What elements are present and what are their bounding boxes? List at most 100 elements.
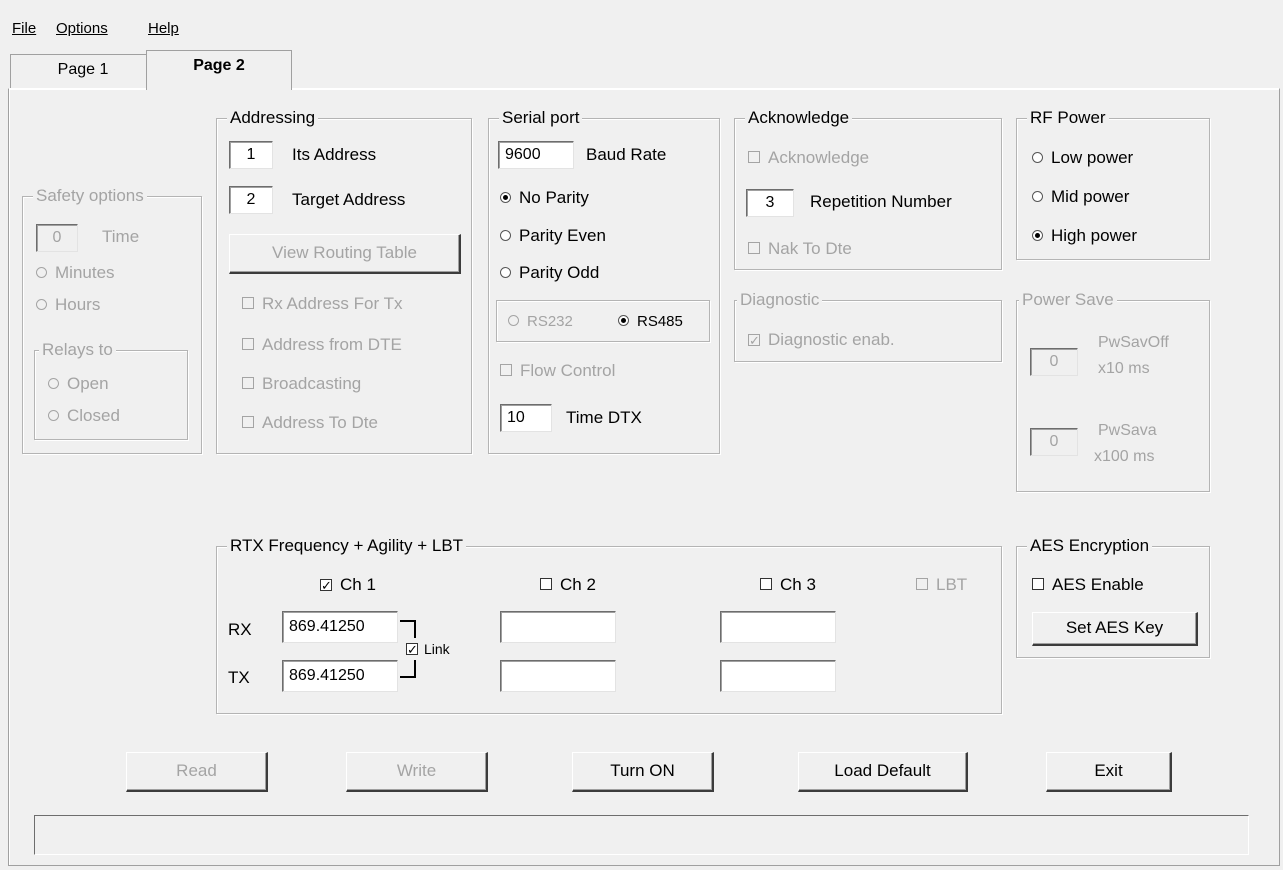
addressing-title: Addressing — [227, 108, 319, 128]
target-address-field[interactable]: 2 — [229, 186, 273, 214]
ch3-checkbox[interactable]: Ch 3 — [760, 574, 816, 596]
parity-even-dot — [500, 230, 511, 241]
pwsavoff-field[interactable]: 0 — [1030, 348, 1078, 376]
relay-open-radio[interactable]: Open — [48, 373, 109, 395]
parity-odd-radio[interactable]: Parity Odd — [500, 262, 599, 284]
menu-file-label: File — [12, 20, 37, 37]
ch1-tx-field[interactable]: 869.41250 — [282, 660, 398, 692]
its-address-label: Its Address — [292, 145, 377, 164]
ch3-box — [760, 578, 772, 590]
low-power-dot — [1032, 152, 1043, 163]
parity-even-radio[interactable]: Parity Even — [500, 225, 606, 247]
menu-bar: File Options Help — [0, 0, 1283, 44]
view-routing-table-button[interactable]: View Routing Table — [229, 234, 461, 274]
diagnostic-enab-checkbox[interactable]: ✓ Diagnostic enab. — [748, 329, 895, 351]
acknowledge-checkbox[interactable]: Acknowledge — [748, 147, 869, 169]
ch2-checkbox[interactable]: Ch 2 — [540, 574, 596, 596]
ch1-checkbox[interactable]: ✓ Ch 1 — [320, 574, 376, 596]
rx-address-for-tx-checkbox[interactable]: Rx Address For Tx — [242, 293, 402, 315]
ch2-rx-field[interactable] — [500, 611, 616, 643]
hours-radio-dot — [36, 299, 47, 310]
low-power-label: Low power — [1051, 148, 1134, 167]
serial-port-title: Serial port — [499, 108, 583, 128]
baud-rate-field[interactable]: 9600 — [498, 141, 574, 169]
rs232-radio[interactable]: RS232 — [508, 311, 573, 333]
link-bracket-top — [400, 620, 416, 638]
high-power-radio[interactable]: High power — [1032, 225, 1137, 247]
tab-page-2[interactable]: Page 2 — [146, 50, 292, 90]
baud-rate-label: Baud Rate — [586, 145, 667, 164]
ch2-tx-field[interactable] — [500, 660, 616, 692]
pwsava-field[interactable]: 0 — [1030, 428, 1078, 456]
broadcasting-checkbox[interactable]: Broadcasting — [242, 373, 361, 395]
address-from-dte-checkbox[interactable]: Address from DTE — [242, 334, 402, 356]
lbt-box — [916, 578, 928, 590]
aes-enable-label: AES Enable — [1052, 575, 1144, 594]
tab-page-1[interactable]: Page 1 — [10, 54, 156, 88]
tab-page-1-label: Page 1 — [57, 61, 109, 78]
menu-options[interactable]: Options — [56, 20, 108, 37]
safety-time-field[interactable]: 0 — [36, 224, 78, 252]
time-dtx-field[interactable]: 10 — [500, 404, 552, 432]
link-label: Link — [424, 641, 450, 657]
flow-control-checkbox[interactable]: Flow Control — [500, 360, 615, 382]
status-bar — [34, 815, 1249, 855]
read-button[interactable]: Read — [126, 752, 268, 792]
diagnostic-enab-label: Diagnostic enab. — [768, 330, 895, 349]
rs485-label: RS485 — [637, 313, 683, 330]
rx-label: RX — [228, 620, 252, 639]
aes-enable-box — [1032, 578, 1044, 590]
its-address-field[interactable]: 1 — [229, 141, 273, 169]
flow-control-label: Flow Control — [520, 361, 616, 380]
low-power-radio[interactable]: Low power — [1032, 147, 1133, 169]
link-checkbox[interactable]: ✓ Link — [406, 638, 450, 660]
rx-address-for-tx-label: Rx Address For Tx — [262, 294, 403, 313]
relay-closed-radio[interactable]: Closed — [48, 405, 120, 427]
time-dtx-label: Time DTX — [566, 408, 642, 427]
rs485-radio[interactable]: RS485 — [618, 311, 683, 333]
address-from-dte-box — [242, 338, 254, 350]
address-from-dte-label: Address from DTE — [262, 335, 402, 354]
hours-radio-label: Hours — [55, 295, 101, 314]
ch1-box: ✓ — [320, 578, 332, 593]
write-button[interactable]: Write — [346, 752, 488, 792]
menu-help[interactable]: Help — [148, 20, 179, 37]
menu-help-label: Help — [148, 20, 179, 37]
minutes-radio-label: Minutes — [55, 263, 115, 282]
no-parity-radio[interactable]: No Parity — [500, 187, 589, 209]
mid-power-label: Mid power — [1051, 187, 1130, 206]
menu-file[interactable]: File — [12, 20, 36, 37]
acknowledge-title: Acknowledge — [745, 108, 853, 128]
high-power-label: High power — [1051, 226, 1137, 245]
exit-button[interactable]: Exit — [1046, 752, 1172, 792]
load-default-button[interactable]: Load Default — [798, 752, 968, 792]
ch3-rx-field[interactable] — [720, 611, 836, 643]
power-save-title: Power Save — [1019, 290, 1117, 310]
nak-to-dte-checkbox[interactable]: Nak To Dte — [748, 238, 852, 260]
address-to-dte-checkbox[interactable]: Address To Dte — [242, 412, 378, 434]
ch2-box — [540, 578, 552, 590]
turn-on-button[interactable]: Turn ON — [572, 752, 714, 792]
safety-options-title: Safety options — [33, 186, 147, 206]
safety-time-label: Time — [102, 227, 140, 246]
broadcasting-label: Broadcasting — [262, 374, 362, 393]
ch1-rx-field[interactable]: 869.41250 — [282, 611, 398, 643]
hours-radio[interactable]: Hours — [36, 294, 100, 316]
minutes-radio[interactable]: Minutes — [36, 262, 115, 284]
ch3-label: Ch 3 — [780, 575, 816, 594]
mid-power-radio[interactable]: Mid power — [1032, 186, 1129, 208]
repetition-number-label: Repetition Number — [810, 192, 952, 211]
rtx-frequency-title: RTX Frequency + Agility + LBT — [227, 536, 467, 556]
acknowledge-box — [748, 151, 760, 163]
nak-to-dte-label: Nak To Dte — [768, 239, 852, 258]
no-parity-label: No Parity — [519, 188, 589, 207]
rf-power-title: RF Power — [1027, 108, 1109, 128]
repetition-number-field[interactable]: 3 — [746, 189, 794, 217]
aes-encryption-title: AES Encryption — [1027, 536, 1153, 556]
rs232-label: RS232 — [527, 313, 573, 330]
lbt-checkbox[interactable]: LBT — [916, 574, 967, 596]
ch3-tx-field[interactable] — [720, 660, 836, 692]
set-aes-key-button[interactable]: Set AES Key — [1032, 612, 1198, 646]
high-power-dot — [1032, 230, 1043, 241]
aes-enable-checkbox[interactable]: AES Enable — [1032, 574, 1144, 596]
